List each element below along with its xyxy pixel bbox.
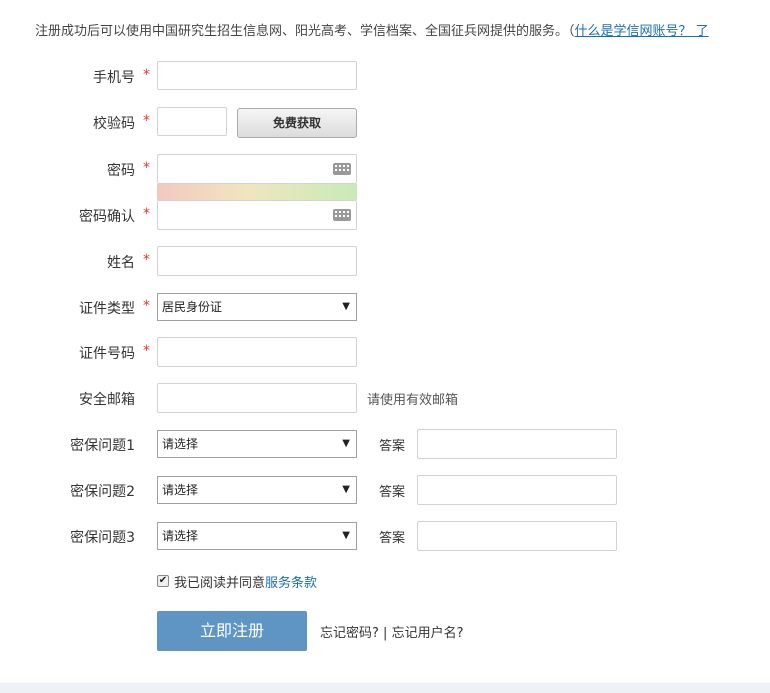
footer-bar [0,683,770,693]
account-help-link[interactable]: 什么是学信网账号？ [575,24,692,39]
agreement-text: 我已阅读并同意服务条款 [174,572,317,591]
name-required-mark: * [143,252,150,268]
keyboard-icon[interactable] [333,209,351,221]
name-input[interactable] [157,246,357,276]
id-type-value: 居民身份证 [162,300,223,314]
name-label: 姓名 [107,255,135,271]
chevron-down-icon: ▼ [342,438,350,449]
id-number-input[interactable] [157,337,357,367]
id-type-label: 证件类型 [79,301,135,317]
forgot-links: 忘记密码? | 忘记用户名? [320,622,463,641]
code-label: 校验码 [93,116,135,132]
question2-select[interactable]: 请选择 ▼ [157,476,357,504]
question3-select[interactable]: 请选择 ▼ [157,522,357,550]
question3-label: 密保问题3 [70,530,135,546]
chevron-down-icon: ▼ [342,301,350,312]
question2-value: 请选择 [162,483,199,497]
id-number-label: 证件号码 [79,346,135,362]
password-required-mark: * [143,160,150,176]
phone-required-mark: * [143,67,150,83]
keyboard-icon[interactable] [333,163,351,175]
email-input[interactable] [157,383,357,413]
get-code-button[interactable]: 免费获取 [237,108,357,138]
forgot-password-link[interactable]: 忘记密码? [320,626,379,641]
link-separator: | [378,626,392,641]
phone-input[interactable] [157,61,357,90]
phone-label: 手机号 [93,70,135,86]
password-confirm-label: 密码确认 [79,209,135,225]
agree-checkbox[interactable]: ✔ [157,575,169,587]
password-input[interactable] [157,154,357,184]
chevron-down-icon: ▼ [342,484,350,495]
id-number-required-mark: * [143,343,150,359]
intro-text: 注册成功后可以使用中国研究生招生信息网、阳光高考、学信档案、全国征兵网提供的服务… [35,20,770,39]
email-hint: 请使用有效邮箱 [367,393,459,408]
answer2-input[interactable] [417,475,617,505]
forgot-username-link[interactable]: 忘记用户名? [392,626,464,641]
code-input[interactable] [157,107,227,136]
answer3-label: 答案 [379,531,406,546]
question1-value: 请选择 [162,437,199,451]
answer1-input[interactable] [417,429,617,459]
question1-select[interactable]: 请选择 ▼ [157,430,357,458]
question3-value: 请选择 [162,529,199,543]
code-required-mark: * [143,113,150,129]
question1-label: 密保问题1 [70,438,135,454]
register-button[interactable]: 立即注册 [157,611,307,651]
id-type-required-mark: * [143,298,150,314]
truncated-link[interactable]: 了 [692,24,709,39]
password-strength-bar [157,184,357,200]
terms-link[interactable]: 服务条款 [265,576,317,591]
agreement-label: 我已阅读并同意 [174,576,266,591]
answer3-input[interactable] [417,521,617,551]
password-confirm-input[interactable] [157,200,357,230]
answer1-label: 答案 [379,439,406,454]
password-confirm-required-mark: * [143,206,150,222]
email-label: 安全邮箱 [79,392,135,408]
intro-description: 注册成功后可以使用中国研究生招生信息网、阳光高考、学信档案、全国征兵网提供的服务… [35,24,575,39]
id-type-select[interactable]: 居民身份证 ▼ [157,293,357,321]
password-label: 密码 [107,163,135,179]
answer2-label: 答案 [379,485,406,500]
question2-label: 密保问题2 [70,484,135,500]
chevron-down-icon: ▼ [342,530,350,541]
